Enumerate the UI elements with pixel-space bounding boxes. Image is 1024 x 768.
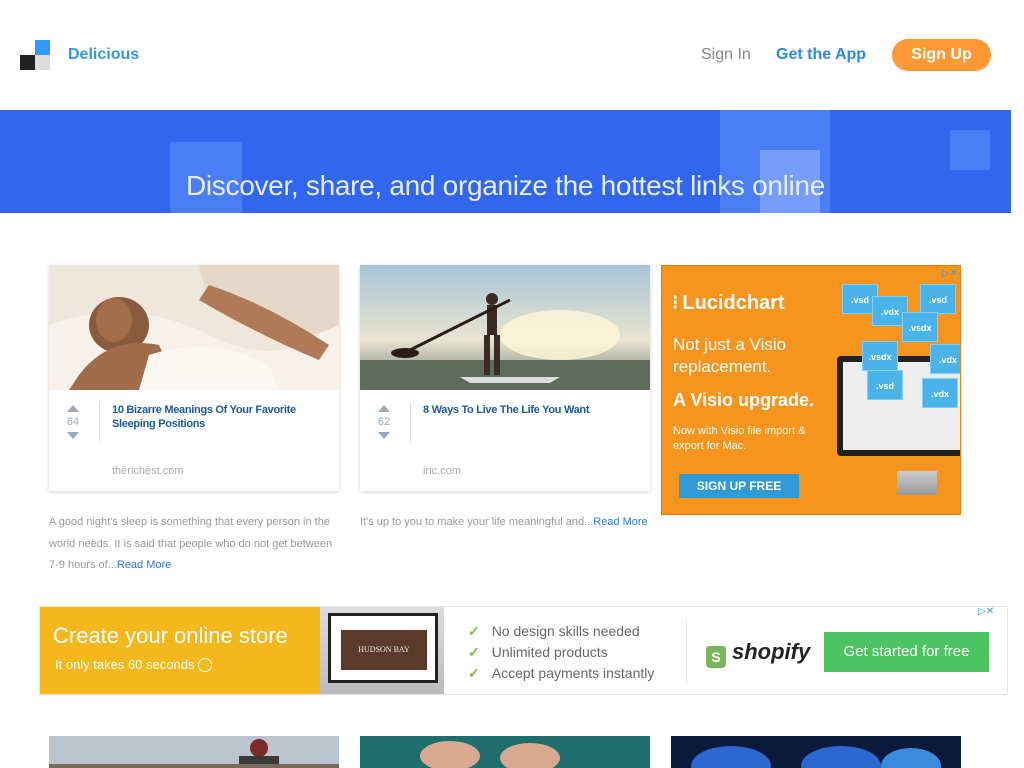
feature-text: Accept payments instantly — [491, 665, 655, 681]
logo-square-dark — [20, 55, 35, 70]
ad-line-1: Not just a Visio replacement. — [673, 335, 787, 376]
card-divider — [410, 403, 411, 443]
feature-list: ✓ No design skills needed ✓ Unlimited prod… — [468, 621, 654, 684]
shopify-headline: Create your online store — [53, 623, 288, 648]
card-image[interactable] — [360, 736, 650, 768]
card-source: therichest.com — [112, 465, 184, 477]
site-header: Delicious Sign In Get the App Sign Up — [0, 0, 1024, 110]
ad-line-2: A Visio upgrade. — [673, 390, 815, 410]
file-icon: .vsdx — [902, 312, 938, 342]
file-icon: .vdx — [922, 378, 958, 408]
feature-item: ✓ Accept payments instantly — [468, 663, 654, 684]
feature-item: ✓ Unlimited products — [468, 642, 654, 663]
upvote-icon[interactable] — [67, 405, 79, 412]
screen-storefront: HUDSON BAY — [341, 630, 427, 670]
shopify-ad[interactable]: Create your online store It only takes 6… — [39, 606, 1008, 695]
link-card[interactable]: 64 10 Bizarre Meanings Of Your Favorite … — [49, 265, 339, 491]
clock-icon — [198, 658, 213, 672]
shopify-subline-text: It only takes 60 seconds — [55, 657, 195, 672]
vote-count: 62 — [377, 416, 391, 428]
lucidchart-bracket-icon: ⁝ — [672, 292, 679, 314]
ad-line-3: Now with Visio file import & export for … — [673, 425, 806, 452]
ad-divider — [686, 619, 687, 683]
lucidchart-ad[interactable]: ▷✕ ⁝ Lucidchart Not just a Visio replacem… — [661, 265, 961, 515]
card-source: inc.com — [423, 465, 461, 477]
shopping-bag-icon: S — [706, 646, 726, 668]
laptop-screen: HUDSON BAY — [328, 613, 438, 683]
shopify-subline: It only takes 60 seconds — [55, 657, 213, 672]
card-image[interactable] — [360, 265, 650, 390]
read-more-link[interactable]: Read More — [593, 516, 647, 528]
laptop-image: HUDSON BAY — [320, 607, 444, 694]
shopify-logo: Sshopify — [706, 639, 810, 668]
file-icon: .vsd — [920, 284, 956, 314]
adchoices-icon[interactable]: ▷✕ — [978, 606, 994, 617]
sign-in-link[interactable]: Sign In — [701, 46, 751, 64]
card-title[interactable]: 8 Ways To Live The Life You Want — [423, 403, 633, 417]
card-description: A good night's sleep is something that e… — [49, 512, 339, 577]
check-icon: ✓ — [468, 623, 480, 639]
sign-up-button[interactable]: Sign Up — [892, 39, 991, 71]
get-started-button[interactable]: Get started for free — [824, 632, 989, 672]
shopify-brand: shopify — [732, 639, 811, 664]
monitor-stand — [897, 471, 937, 495]
check-icon: ✓ — [468, 665, 480, 681]
upvote-icon[interactable] — [378, 405, 390, 412]
logo-square-blue — [35, 40, 50, 55]
vote-widget: 62 — [378, 405, 390, 439]
sign-up-free-button[interactable]: SIGN UP FREE — [679, 474, 799, 498]
card-image[interactable] — [49, 265, 339, 390]
card-description-text: A good night's sleep is something that e… — [49, 516, 333, 571]
check-icon: ✓ — [468, 644, 480, 660]
downvote-icon[interactable] — [67, 432, 79, 439]
card-image[interactable] — [49, 736, 339, 768]
hero-banner: Discover, share, and organize the hottes… — [0, 110, 1011, 213]
vote-count: 64 — [66, 416, 80, 428]
file-icon: .vsd — [867, 370, 903, 400]
link-card[interactable]: 62 8 Ways To Live The Life You Want inc.… — [360, 265, 650, 491]
get-app-link[interactable]: Get the App — [776, 46, 866, 64]
hero-decor-block — [950, 130, 990, 170]
feature-text: No design skills needed — [491, 623, 640, 639]
hero-headline: Discover, share, and organize the hottes… — [185, 170, 826, 201]
lucidchart-logo: ⁝ Lucidchart — [672, 290, 785, 315]
file-icon: .vdx — [930, 344, 960, 374]
brand-link[interactable]: Delicious — [68, 46, 139, 64]
read-more-link[interactable]: Read More — [117, 559, 171, 571]
logo-square-gray — [35, 55, 50, 70]
lucidchart-brand: Lucidchart — [682, 292, 785, 314]
card-title[interactable]: 10 Bizarre Meanings Of Your Favorite Sle… — [112, 403, 322, 431]
shopify-promo-panel: Create your online store It only takes 6… — [40, 607, 320, 694]
feature-item: ✓ No design skills needed — [468, 621, 654, 642]
feature-text: Unlimited products — [491, 644, 608, 660]
card-divider — [99, 403, 100, 443]
vote-widget: 64 — [67, 405, 79, 439]
file-icon: .vsdx — [862, 341, 898, 371]
delicious-logo-icon[interactable] — [20, 40, 50, 70]
card-description: It's up to you to make your life meaning… — [360, 512, 650, 534]
adchoices-icon[interactable]: ▷✕ — [942, 268, 958, 279]
card-description-text: It's up to you to make your life meaning… — [360, 516, 594, 528]
downvote-icon[interactable] — [378, 432, 390, 439]
card-image[interactable] — [671, 736, 961, 768]
